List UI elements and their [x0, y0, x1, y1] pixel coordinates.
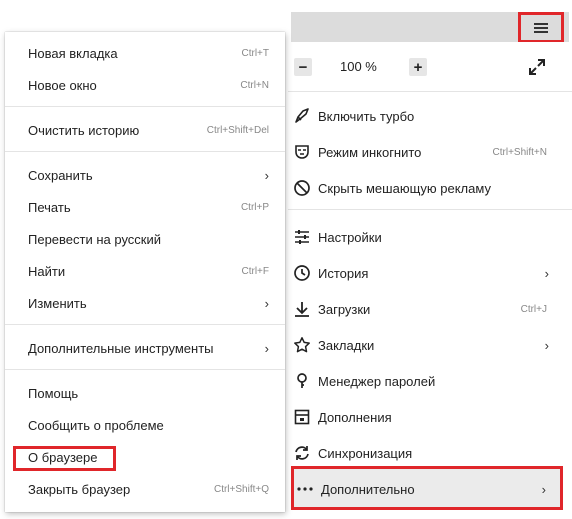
menu-item-more[interactable]: Дополнительно › [294, 474, 564, 504]
shortcut-hint: Ctrl+F [241, 265, 270, 277]
shortcut-hint: Ctrl+T [241, 47, 270, 59]
history-icon [292, 263, 312, 283]
divider [288, 91, 572, 92]
shortcut-hint: Ctrl+J [520, 303, 547, 315]
submenu-item-close-browser[interactable]: Закрыть браузер Ctrl+Shift+Q [5, 474, 285, 504]
menu-item-label: Настройки [318, 229, 382, 245]
main-menu: − 100 % + Включить турбо Режим инкогнито… [288, 42, 572, 519]
hamburger-icon [534, 22, 548, 33]
block-ad-icon [292, 178, 312, 198]
menu-item-turbo[interactable]: Включить турбо [291, 101, 561, 131]
divider [288, 209, 572, 210]
submenu-item-new-tab[interactable]: Новая вкладка Ctrl+T [5, 38, 285, 68]
menu-item-label: Включить турбо [318, 108, 415, 124]
shortcut-hint: Ctrl+Shift+N [492, 146, 547, 158]
menu-item-sync[interactable]: Синхронизация [291, 438, 561, 468]
menu-item-label: Скрыть мешающую рекламу [318, 180, 491, 196]
main-menu-button[interactable] [518, 12, 564, 43]
menu-item-downloads[interactable]: Загрузки Ctrl+J [291, 294, 561, 324]
chevron-right-icon: › [264, 167, 269, 183]
submenu-item-report-problem[interactable]: Сообщить о проблеме [5, 410, 285, 440]
submenu-item-translate[interactable]: Перевести на русский [5, 224, 285, 254]
submenu-item-label: Изменить [28, 295, 87, 311]
menu-item-password-manager[interactable]: Менеджер паролей [291, 366, 561, 396]
submenu-item-dev-tools[interactable]: Дополнительные инструменты › [5, 333, 285, 363]
more-submenu: Новая вкладка Ctrl+T Новое окно Ctrl+N О… [5, 32, 285, 512]
chevron-right-icon: › [544, 337, 549, 353]
submenu-item-label: Помощь [28, 385, 79, 401]
submenu-item-find[interactable]: Найти Ctrl+F [5, 256, 285, 286]
divider [5, 324, 285, 325]
more-dots-icon [295, 479, 315, 499]
chevron-right-icon: › [264, 340, 269, 356]
menu-item-label: Дополнения [318, 409, 392, 425]
extensions-icon [292, 407, 312, 427]
menu-item-label: Закладки [318, 337, 375, 353]
menu-item-label: Синхронизация [318, 445, 413, 461]
submenu-item-label: Найти [28, 263, 66, 279]
submenu-item-print[interactable]: Печать Ctrl+P [5, 192, 285, 222]
menu-item-label: Режим инкогнито [318, 144, 422, 160]
zoom-row: − 100 % + [288, 56, 572, 78]
menu-item-history[interactable]: История › [291, 258, 561, 288]
zoom-in-button[interactable]: + [409, 58, 427, 76]
submenu-item-label: Сообщить о проблеме [28, 417, 164, 433]
fullscreen-icon[interactable] [528, 58, 546, 76]
rocket-icon [292, 106, 312, 126]
divider [5, 151, 285, 152]
submenu-item-label: Дополнительные инструменты [28, 340, 214, 356]
sync-icon [292, 443, 312, 463]
menu-item-block-ads[interactable]: Скрыть мешающую рекламу [291, 173, 561, 203]
menu-item-label: Менеджер паролей [318, 373, 436, 389]
divider [5, 106, 285, 107]
incognito-mask-icon [292, 142, 312, 162]
settings-sliders-icon [292, 227, 312, 247]
submenu-item-help[interactable]: Помощь [5, 378, 285, 408]
shortcut-hint: Ctrl+N [240, 79, 269, 91]
chevron-right-icon: › [544, 265, 549, 281]
submenu-item-label: Очистить историю [28, 122, 140, 138]
submenu-item-edit[interactable]: Изменить › [5, 288, 285, 318]
submenu-item-clear-history[interactable]: Очистить историю Ctrl+Shift+Del [5, 115, 285, 145]
chevron-right-icon: › [264, 295, 269, 311]
shortcut-hint: Ctrl+P [240, 201, 269, 213]
submenu-item-save[interactable]: Сохранить › [5, 160, 285, 190]
menu-item-label: История [318, 265, 369, 281]
shortcut-hint: Ctrl+Shift+Del [206, 124, 269, 136]
chevron-right-icon: › [541, 481, 546, 497]
key-icon [292, 371, 312, 391]
divider [5, 369, 285, 370]
submenu-item-label: Сохранить [28, 167, 93, 183]
submenu-item-label: Перевести на русский [28, 231, 162, 247]
menu-item-incognito[interactable]: Режим инкогнито Ctrl+Shift+N [291, 137, 561, 167]
submenu-item-label: Печать [28, 199, 71, 215]
menu-item-label: Загрузки [318, 301, 371, 317]
menu-item-settings[interactable]: Настройки [291, 222, 561, 252]
download-icon [292, 299, 312, 319]
submenu-item-label: Новое окно [28, 77, 97, 93]
highlight-about [13, 446, 116, 471]
submenu-item-label: Новая вкладка [28, 45, 118, 61]
submenu-item-new-window[interactable]: Новое окно Ctrl+N [5, 70, 285, 100]
zoom-out-button[interactable]: − [294, 58, 312, 76]
menu-item-bookmarks[interactable]: Закладки › [291, 330, 561, 360]
menu-item-extensions[interactable]: Дополнения [291, 402, 561, 432]
menu-item-label: Дополнительно [321, 481, 415, 497]
shortcut-hint: Ctrl+Shift+Q [213, 483, 269, 495]
zoom-level: 100 % [340, 59, 377, 74]
submenu-item-label: Закрыть браузер [28, 481, 131, 497]
star-icon [292, 335, 312, 355]
